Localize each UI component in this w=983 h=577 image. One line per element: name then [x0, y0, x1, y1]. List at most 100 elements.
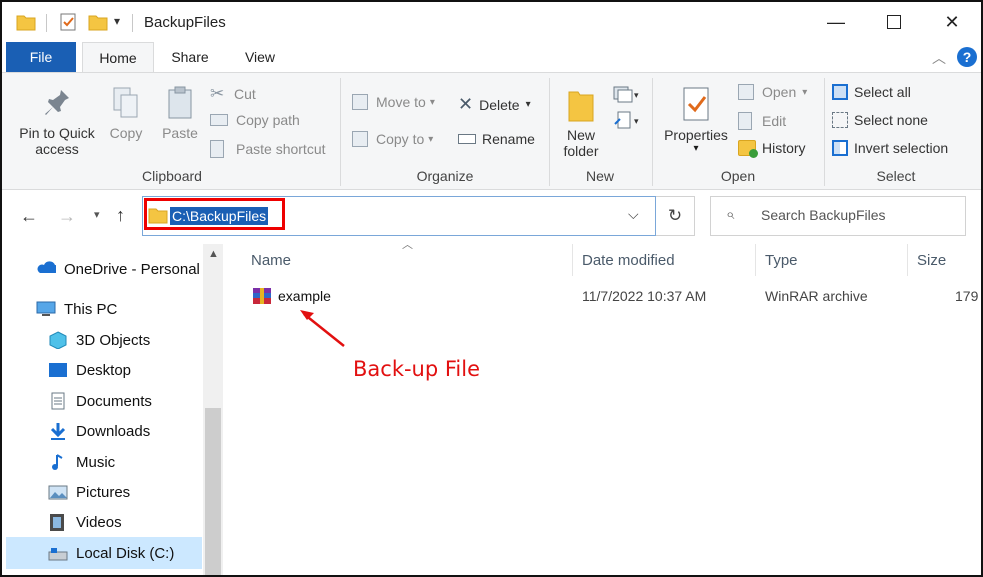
properties-button[interactable]: Properties ▾ — [660, 86, 732, 155]
new-group-label: New — [585, 168, 614, 184]
scissors-icon: ✂ — [210, 84, 225, 103]
pin-label-2: access — [35, 141, 79, 157]
nav-item-documents[interactable]: Documents — [48, 387, 152, 415]
file-type: WinRAR archive — [765, 288, 868, 304]
local-disk-icon — [48, 548, 68, 561]
this-pc-icon — [36, 301, 56, 316]
ribbon-collapse-icon[interactable]: ︿ — [932, 48, 946, 68]
quick-access-dropdown-icon[interactable]: ▾ — [114, 14, 120, 28]
properties-icon — [683, 87, 709, 121]
svg-text:▾: ▾ — [634, 90, 639, 100]
select-none-button[interactable]: Select none — [832, 112, 928, 128]
copy-path-icon — [210, 114, 228, 126]
rename-icon — [458, 134, 476, 144]
nav-item-music[interactable]: Music — [48, 448, 115, 476]
group-separator — [340, 78, 341, 186]
nav-item-local-disk[interactable]: Local Disk (C:) — [48, 539, 174, 567]
select-all-label: Select all — [854, 84, 911, 100]
new-folder-button[interactable]: New folder — [558, 86, 604, 159]
folder-icon — [16, 15, 36, 31]
copy-path-button[interactable]: Copy path — [210, 112, 300, 128]
edit-button[interactable]: Edit — [738, 112, 786, 130]
move-to-icon — [352, 94, 368, 110]
search-placeholder[interactable]: Search BackupFiles — [761, 207, 886, 223]
nav-item-onedrive[interactable]: OneDrive - Personal — [36, 255, 200, 283]
tab-file[interactable]: File — [6, 42, 76, 72]
back-arrow-icon[interactable]: ← — [20, 206, 38, 227]
column-header-date-modified[interactable]: Date modified — [582, 252, 675, 269]
minimize-button[interactable]: — — [807, 2, 865, 42]
recent-locations-icon[interactable]: ▾ — [94, 208, 100, 221]
maximize-button[interactable] — [865, 2, 923, 42]
new-item-button[interactable]: ▾ — [612, 84, 642, 107]
copy-to-button[interactable]: Copy to ▾ — [352, 131, 433, 147]
nav-item-3d-objects[interactable]: 3D Objects — [48, 326, 150, 354]
annotation-arrow — [300, 310, 345, 347]
copy-icon — [113, 87, 138, 118]
pictures-icon — [48, 485, 68, 500]
column-header-name[interactable]: Name — [251, 252, 291, 269]
copy-to-dropdown-icon: ▾ — [428, 133, 434, 145]
open-label: Open — [762, 84, 797, 100]
videos-icon — [50, 514, 64, 531]
delete-button[interactable]: ✕ Delete ▾ — [458, 94, 531, 115]
column-divider[interactable] — [755, 244, 756, 276]
nav-label: Videos — [76, 513, 122, 531]
pin-to-quick-access-button[interactable]: Pin to Quick access — [12, 86, 102, 157]
properties-check-icon[interactable] — [58, 12, 78, 32]
search-icon: ⌕ — [726, 206, 735, 223]
open-button[interactable]: Open ▾ — [738, 84, 807, 100]
move-to-label: Move to — [376, 94, 426, 110]
documents-icon — [51, 392, 65, 410]
column-header-type[interactable]: Type — [765, 252, 798, 269]
onedrive-icon — [37, 261, 56, 273]
refresh-button[interactable]: ↻ — [656, 196, 695, 236]
nav-item-videos[interactable]: Videos — [48, 508, 122, 536]
column-header-size[interactable]: Size — [917, 252, 946, 269]
nav-item-this-pc[interactable]: This PC — [36, 295, 117, 323]
tab-view[interactable]: View — [232, 42, 288, 72]
column-divider[interactable] — [907, 244, 908, 276]
title-separator — [46, 14, 47, 32]
group-separator — [824, 78, 825, 186]
easy-access-button[interactable]: ▾ — [612, 110, 642, 135]
rename-button[interactable]: Rename — [458, 131, 535, 147]
history-button[interactable]: History — [738, 140, 806, 158]
paste-button[interactable]: Paste — [158, 86, 202, 141]
scroll-up-icon[interactable]: ▲ — [208, 248, 219, 260]
copy-to-icon — [352, 131, 368, 147]
up-arrow-icon[interactable]: ↑ — [116, 205, 125, 226]
tab-home[interactable]: Home — [82, 42, 154, 74]
nav-item-pictures[interactable]: Pictures — [48, 478, 130, 506]
group-separator — [549, 78, 550, 186]
copy-path-label: Copy path — [236, 112, 300, 128]
nav-label: OneDrive - Personal — [64, 260, 200, 278]
select-none-label: Select none — [854, 112, 928, 128]
clipboard-group-label: Clipboard — [142, 168, 202, 184]
cut-button[interactable]: ✂ Cut — [210, 84, 256, 104]
copy-button[interactable]: Copy — [106, 86, 146, 141]
column-divider[interactable] — [572, 244, 573, 276]
nav-item-desktop[interactable]: Desktop — [48, 356, 131, 384]
move-to-button[interactable]: Move to ▾ — [352, 94, 435, 110]
nav-scroll-thumb[interactable] — [205, 408, 221, 575]
close-button[interactable]: ✕ — [923, 2, 981, 42]
3d-objects-icon — [49, 331, 67, 349]
nav-item-downloads[interactable]: Downloads — [48, 417, 150, 445]
select-all-button[interactable]: Select all — [832, 84, 911, 100]
delete-dropdown-icon: ▾ — [525, 99, 531, 110]
music-icon — [52, 454, 63, 470]
paste-shortcut-button[interactable]: Paste shortcut — [210, 140, 326, 158]
nav-label: Local Disk (C:) — [76, 544, 175, 562]
desktop-icon — [49, 363, 67, 377]
invert-selection-button[interactable]: Invert selection — [832, 140, 948, 156]
forward-arrow-icon[interactable]: → — [58, 206, 76, 227]
help-icon[interactable]: ? — [957, 47, 977, 67]
nav-label: This PC — [64, 300, 118, 318]
properties-dropdown-icon: ▾ — [693, 143, 699, 154]
address-dropdown-icon[interactable]: ⌵ — [628, 206, 639, 223]
tab-share[interactable]: Share — [160, 42, 220, 72]
copy-to-label: Copy to — [376, 131, 425, 147]
new-folder-quick-icon[interactable] — [88, 12, 108, 32]
delete-x-icon: ✕ — [458, 94, 474, 114]
